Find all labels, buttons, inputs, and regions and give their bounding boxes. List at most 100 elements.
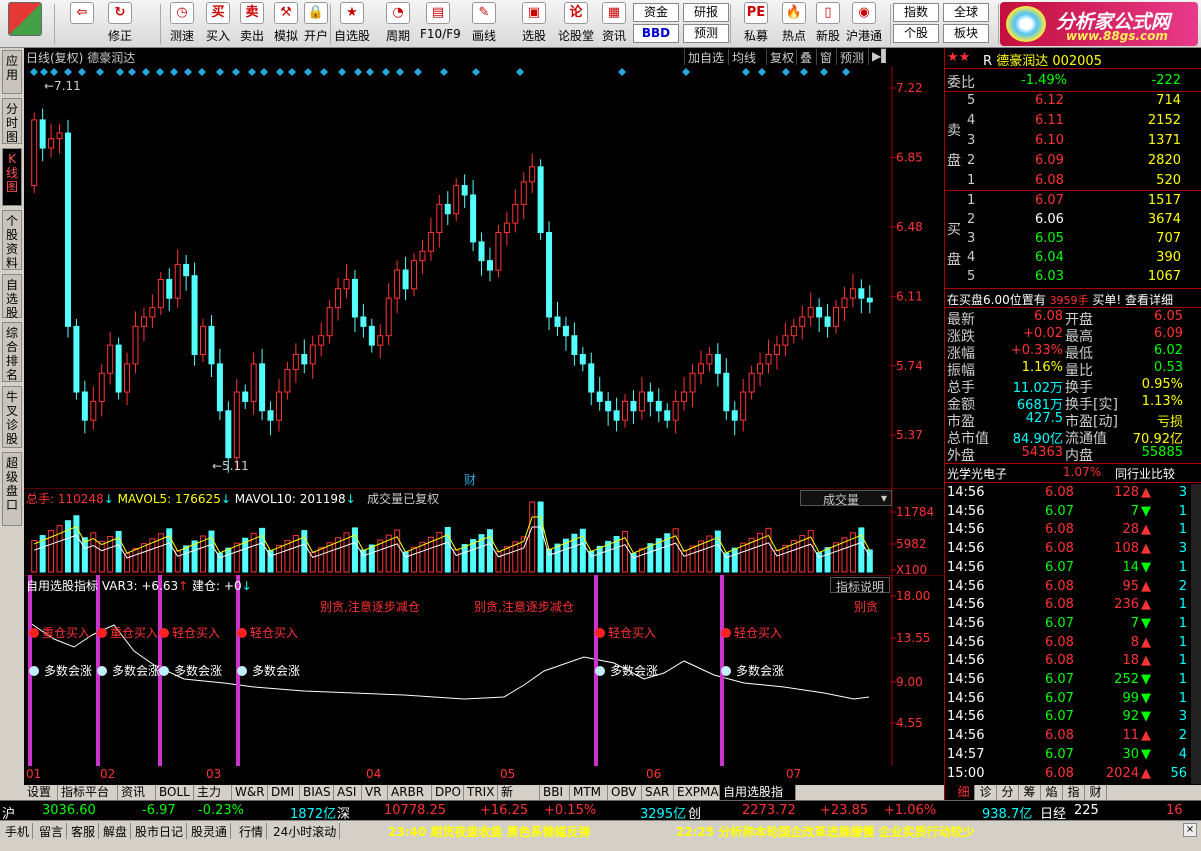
candle-body[interactable] — [64, 132, 71, 327]
event-diamond[interactable] — [682, 68, 690, 76]
candle-body[interactable] — [351, 278, 358, 318]
indicator-tab-18[interactable]: EXPMA — [674, 785, 720, 800]
candle-body[interactable] — [56, 132, 63, 140]
candle-body[interactable] — [765, 354, 772, 365]
event-diamond[interactable] — [260, 68, 268, 76]
event-diamond[interactable] — [472, 68, 480, 76]
event-diamond[interactable] — [396, 68, 404, 76]
candle-body[interactable] — [723, 372, 730, 412]
newsbar-item-5[interactable]: 股灵通 — [188, 823, 232, 839]
candle-body[interactable] — [115, 344, 122, 393]
candle-body[interactable] — [326, 307, 333, 337]
candle-body[interactable] — [124, 363, 131, 393]
candle-body[interactable] — [782, 335, 789, 346]
candle-body[interactable] — [520, 181, 527, 205]
candle-body[interactable] — [546, 232, 553, 318]
left-tab-0[interactable]: 应用 — [2, 50, 22, 94]
chart-tab-0[interactable]: 加自选 — [684, 49, 727, 65]
event-diamond[interactable] — [64, 68, 72, 76]
pick-button[interactable]: ▣ 选股 — [516, 2, 552, 46]
newsbar-item-6[interactable]: 行情 — [236, 823, 268, 839]
candle-body[interactable] — [183, 263, 190, 277]
quote-tab-0[interactable]: 细 — [953, 785, 975, 800]
bids-price[interactable]: 6.03 — [1035, 269, 1064, 284]
candle-body[interactable] — [697, 363, 704, 374]
scrollbar[interactable] — [1191, 484, 1201, 784]
candle-body[interactable] — [132, 325, 139, 365]
candle-body[interactable] — [394, 269, 401, 299]
event-diamond[interactable] — [248, 68, 256, 76]
period-button[interactable]: ◔ 周期 — [380, 2, 416, 46]
candle-body[interactable] — [343, 278, 350, 290]
event-diamond[interactable] — [338, 68, 346, 76]
indicator-info-button[interactable]: 指标说明 — [830, 577, 890, 594]
asks-price[interactable]: 6.11 — [1035, 113, 1064, 128]
event-diamond[interactable] — [116, 68, 124, 76]
left-tab-6[interactable]: 牛叉诊股 — [2, 386, 22, 448]
asks-price[interactable]: 6.08 — [1035, 173, 1064, 188]
revise-button[interactable]: ↻ 修正 — [102, 2, 138, 46]
event-diamond[interactable] — [156, 68, 164, 76]
quote-tab-4[interactable]: 焰 — [1041, 785, 1063, 800]
indicator-tab-19[interactable]: 自用选股指标 — [720, 785, 796, 813]
chart-tab-3[interactable]: 叠 — [796, 49, 815, 65]
candle-body[interactable] — [461, 185, 468, 196]
candle-body[interactable] — [157, 278, 164, 309]
pe-button[interactable]: PE 私募 — [738, 2, 774, 46]
event-diamond[interactable] — [758, 68, 766, 76]
indicator-tab-1[interactable]: 指标平台 — [58, 785, 118, 800]
candle-body[interactable] — [554, 316, 561, 327]
indicator-tab-0[interactable]: 设置 — [24, 785, 58, 800]
candle-body[interactable] — [748, 372, 755, 393]
candle-body[interactable] — [579, 354, 586, 365]
candle-body[interactable] — [537, 166, 544, 234]
sector-button[interactable]: 板块 — [943, 24, 989, 43]
candle-body[interactable] — [866, 297, 873, 303]
asks-price[interactable]: 6.12 — [1035, 93, 1064, 108]
event-diamond[interactable] — [50, 68, 58, 76]
candle-body[interactable] — [849, 288, 856, 299]
funds-button[interactable]: 资金 — [633, 3, 679, 22]
candle-body[interactable] — [478, 241, 485, 262]
indicator-tab-3[interactable]: BOLL — [156, 785, 194, 800]
chart-tab-1[interactable]: 均线 — [728, 49, 759, 65]
indicator-tab-14[interactable]: BBI — [540, 785, 570, 800]
candle-body[interactable] — [664, 410, 671, 421]
candle-body[interactable] — [301, 354, 308, 365]
news-item-1[interactable]: 23:40 期货夜盘收盘 黑色系微幅反弹 — [388, 823, 591, 840]
candle-body[interactable] — [436, 203, 443, 234]
candle-body[interactable] — [672, 400, 679, 421]
candle-body[interactable] — [706, 354, 713, 365]
indicator-tab-15[interactable]: MTM — [570, 785, 608, 800]
candle-body[interactable] — [250, 363, 257, 402]
candle-body[interactable] — [613, 410, 620, 421]
candle-body[interactable] — [174, 263, 181, 299]
indicator-tab-11[interactable]: DPO — [432, 785, 464, 800]
left-tab-4[interactable]: 自选股 — [2, 274, 22, 320]
event-diamond[interactable] — [782, 68, 790, 76]
event-diamond[interactable] — [842, 68, 850, 76]
left-tab-1[interactable]: 分时图 — [2, 98, 22, 144]
bbd-button[interactable]: BBD — [633, 24, 679, 43]
candle-body[interactable] — [486, 260, 493, 271]
event-diamond[interactable] — [800, 68, 808, 76]
event-diamond[interactable] — [78, 68, 86, 76]
quote-tab-6[interactable]: 财 — [1085, 785, 1107, 800]
candle-body[interactable] — [647, 391, 654, 402]
newsbar-item-3[interactable]: 解盘 — [100, 823, 132, 839]
candle-body[interactable] — [622, 400, 629, 421]
close-icon[interactable]: × — [1183, 823, 1197, 837]
event-diamond[interactable] — [170, 68, 178, 76]
candle-body[interactable] — [73, 325, 80, 393]
newsbar-item-0[interactable]: 手机 — [2, 823, 34, 839]
stock-button[interactable]: 个股 — [893, 24, 939, 43]
candle-body[interactable] — [242, 391, 249, 402]
candle-body[interactable] — [259, 363, 266, 412]
buy-button[interactable]: 买买入 — [200, 2, 236, 46]
asks-price[interactable]: 6.09 — [1035, 153, 1064, 168]
global-button[interactable]: 全球 — [943, 3, 989, 22]
event-diamond[interactable] — [382, 68, 390, 76]
open-account-button[interactable]: 🔒 开户 — [298, 2, 334, 46]
indicator-tab-4[interactable]: 主力 — [194, 785, 232, 800]
candle-body[interactable] — [444, 203, 451, 215]
